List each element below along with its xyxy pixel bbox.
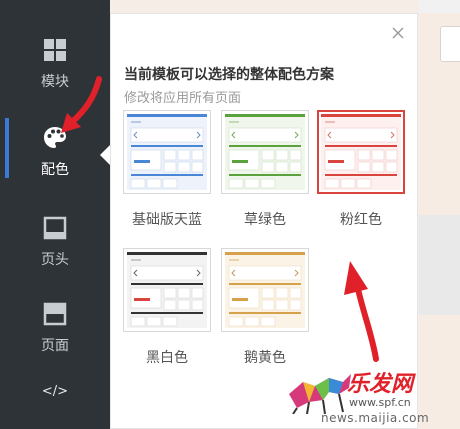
template-preview [321, 114, 401, 190]
sidebar-item-label: 模块 [41, 74, 69, 90]
sidebar-item-page-header[interactable]: 页头 [0, 200, 110, 284]
sidebar-item-color-scheme[interactable]: 配色 [0, 110, 110, 194]
page-header-icon [43, 216, 67, 240]
top-bar-strip [419, 0, 460, 13]
template-preview [225, 114, 305, 190]
theme-option-grass-green[interactable]: 草绿色 [221, 110, 309, 229]
theme-name: 基础版天蓝 [132, 212, 202, 228]
theme-name: 粉红色 [340, 212, 382, 228]
theme-option-goose-yellow[interactable]: 鹅黄色 [221, 248, 309, 367]
theme-thumbnail [123, 110, 211, 194]
sidebar-item-label: 配色 [41, 162, 69, 178]
theme-option-sky-blue[interactable]: 基础版天蓝 [123, 110, 211, 229]
theme-thumbnail [221, 110, 309, 194]
code-icon: </> [41, 384, 69, 399]
sidebar-item-page[interactable]: 页面 [0, 286, 110, 370]
partial-input-box[interactable] [440, 26, 460, 62]
theme-option-pink-red[interactable]: 粉红色 [317, 110, 405, 229]
theme-name: 草绿色 [244, 212, 286, 228]
theme-thumbnail [317, 110, 405, 194]
sidebar-item-label: 页面 [41, 338, 69, 354]
template-preview [127, 114, 207, 190]
template-preview [225, 252, 305, 328]
palette-icon [44, 127, 66, 148]
page-icon [43, 302, 67, 326]
panel-subtitle: 修改将应用所有页面 [124, 91, 242, 106]
template-preview [127, 252, 207, 328]
sidebar-item-label: 页头 [41, 252, 69, 268]
active-indicator [5, 118, 9, 178]
watermark-url: news.maijia.com [321, 411, 430, 425]
theme-thumbnail [221, 248, 309, 332]
sidebar-item-modules[interactable]: 模块 [0, 22, 110, 106]
panel-title: 当前模板可以选择的整体配色方案 [124, 67, 334, 83]
watermark-brand: 乐发网 [347, 371, 414, 397]
theme-name: 黑白色 [146, 350, 188, 366]
close-button[interactable] [389, 24, 407, 42]
sidebar-item-code[interactable]: </> [0, 384, 110, 424]
watermark-url: www.spf.cn [349, 396, 411, 409]
theme-name: 鹅黄色 [244, 350, 286, 366]
close-icon [392, 27, 404, 39]
theme-option-black-white[interactable]: 黑白色 [123, 248, 211, 367]
page-content-block [419, 215, 460, 315]
theme-thumbnail [123, 248, 211, 332]
watermark: 乐发网 www.spf.cn news.maijia.com [285, 366, 460, 429]
editor-sidebar: 模块 配色 页头 页面 </> [0, 0, 110, 429]
modules-grid-icon [44, 39, 66, 61]
